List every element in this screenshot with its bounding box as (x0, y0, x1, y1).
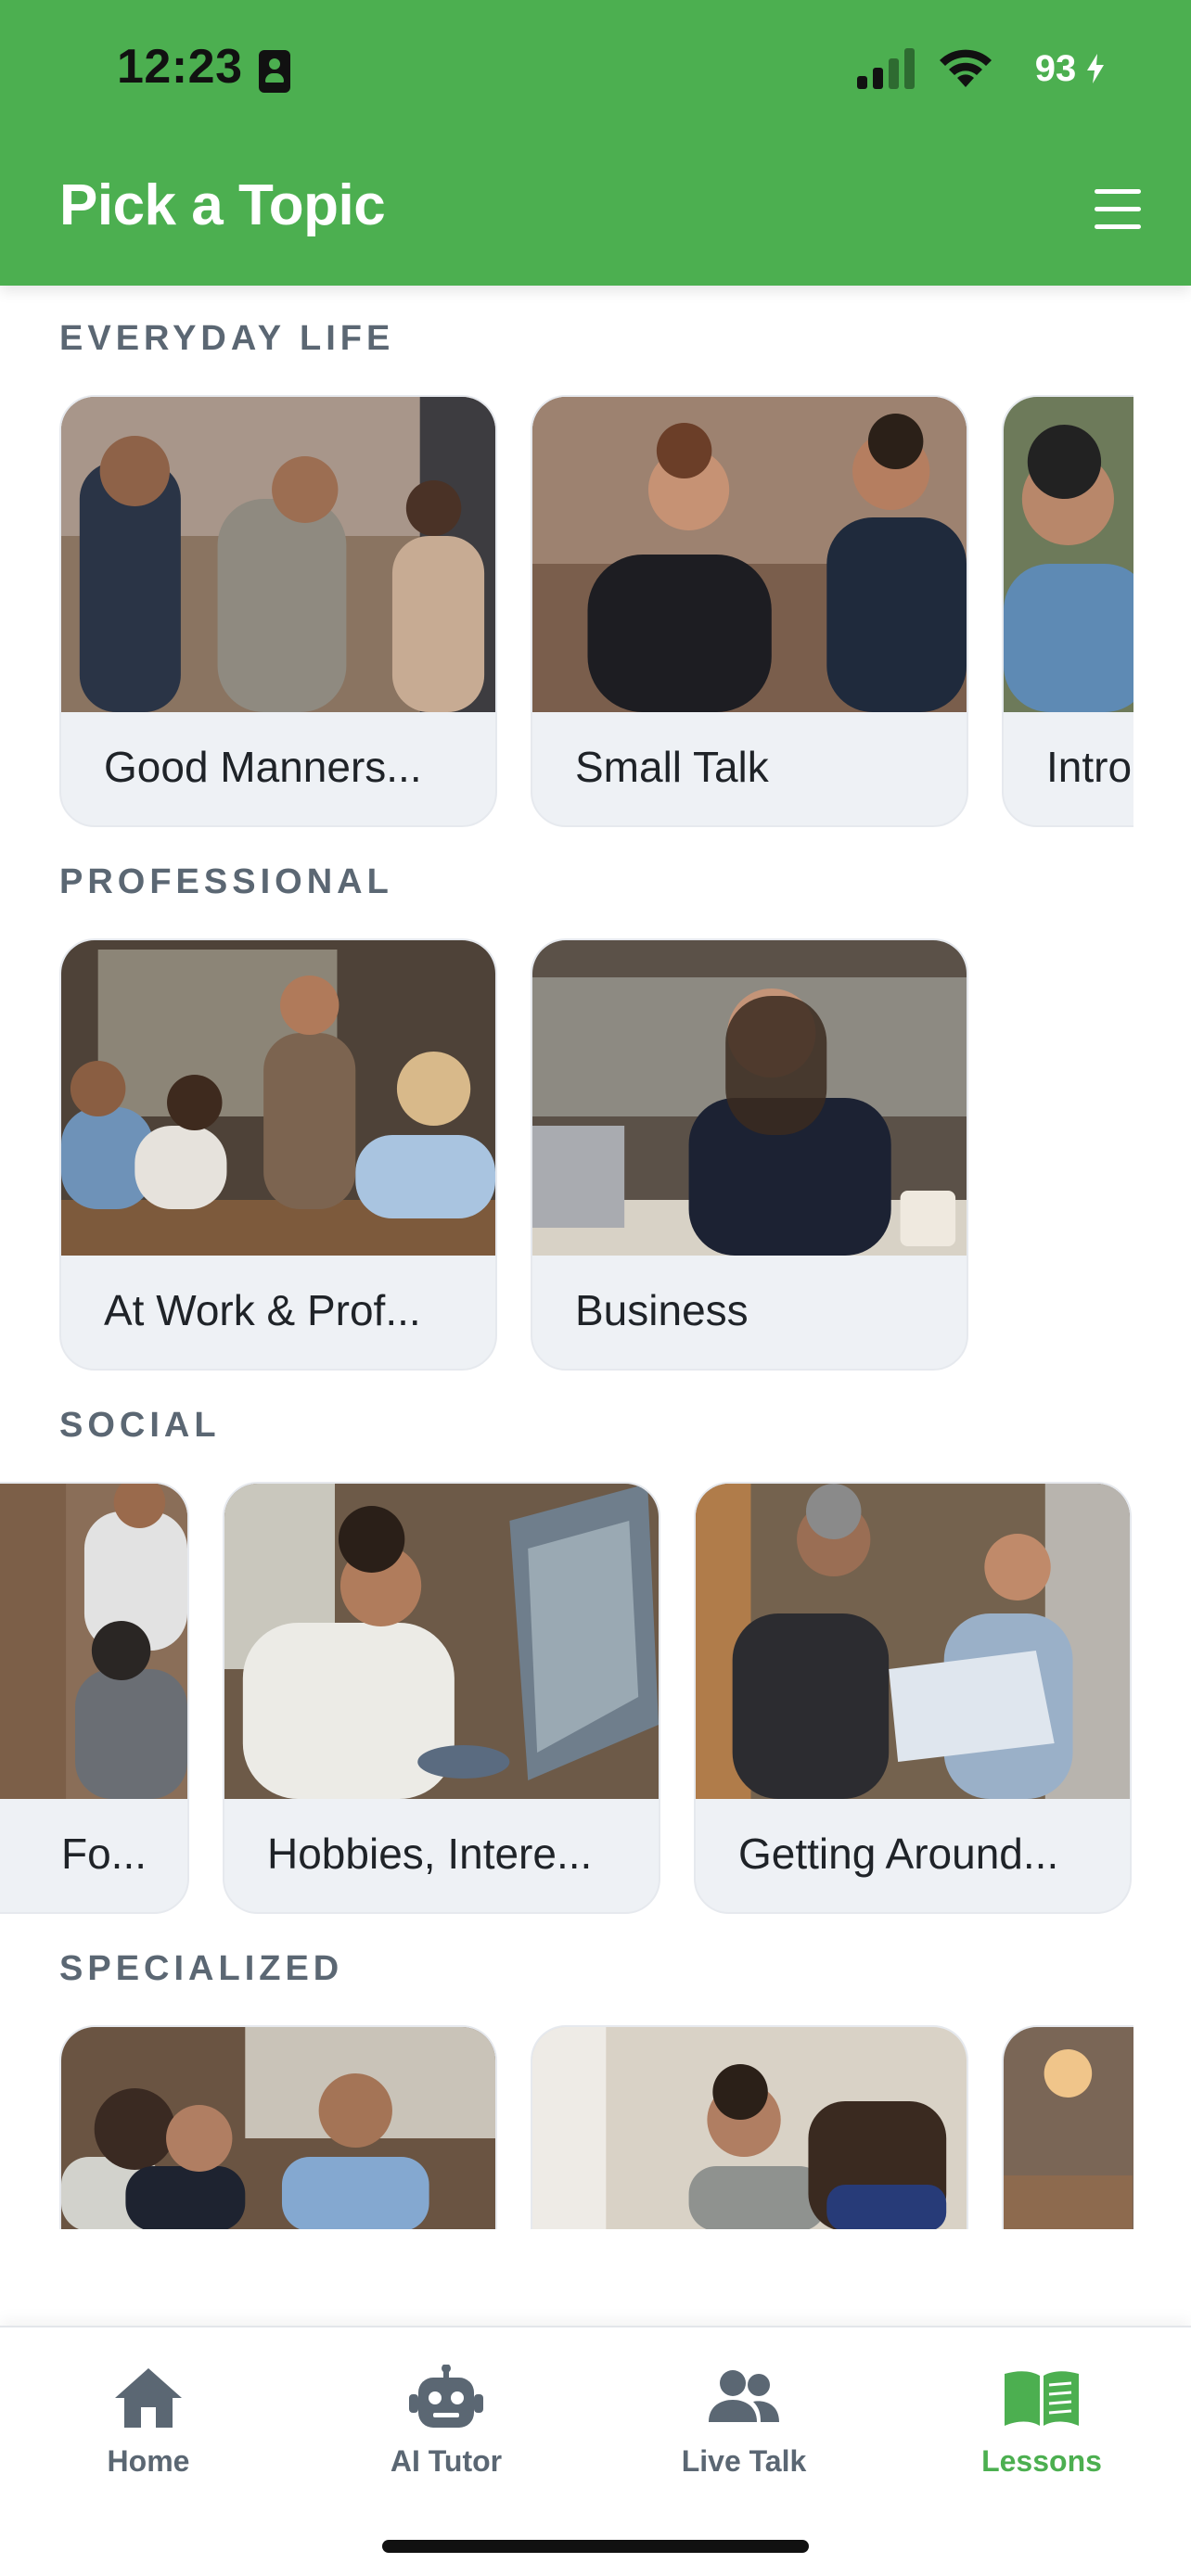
carousel-professional[interactable]: At Work & Prof... Business (0, 938, 1191, 1374)
topic-label: Fo... (61, 1830, 147, 1878)
cellular-signal-icon (857, 48, 915, 89)
app-screen: 12:23 93 Pick a Topic EVERYDAY LIFE Good… (0, 0, 1191, 2576)
section-title-specialized: SPECIALIZED (59, 1949, 344, 1988)
topic-image-meeting (61, 940, 495, 1256)
section-title-everyday-life: EVERYDAY LIFE (59, 319, 395, 358)
battery-indicator: 93 (1013, 45, 1104, 93)
section-title-professional: PROFESSIONAL (59, 862, 393, 901)
topic-image-conversation (532, 397, 967, 712)
page-title: Pick a Topic (59, 173, 386, 237)
nav-label-lessons: Lessons (981, 2444, 1102, 2478)
nav-live-talk[interactable]: Live Talk (642, 2365, 846, 2494)
topic-image-painting (224, 1484, 659, 1799)
carousel-edge (1133, 2025, 1191, 2233)
home-indicator[interactable] (382, 2540, 809, 2553)
topic-label: Hobbies, Intere... (267, 1830, 593, 1878)
hamburger-line (1095, 207, 1141, 211)
carousel-everyday-life[interactable]: Good Manners... Small Talk Intro (0, 395, 1191, 831)
topic-label: Getting Around... (738, 1830, 1059, 1878)
nav-label-ai-tutor: AI Tutor (390, 2444, 503, 2478)
nav-label-live-talk: Live Talk (681, 2444, 807, 2478)
menu-button[interactable] (1085, 184, 1150, 236)
topic-image-interview (532, 2027, 967, 2229)
robot-icon (409, 2365, 483, 2428)
home-icon (115, 2368, 182, 2428)
bottom-navigation: Home AI Tutor Live Talk Lessons (0, 2326, 1191, 2576)
contact-card-icon (259, 50, 290, 93)
app-header: 12:23 93 Pick a Topic (0, 0, 1191, 286)
nav-ai-tutor[interactable]: AI Tutor (344, 2365, 548, 2494)
topic-label: Business (575, 1286, 749, 1334)
topic-card-getting-around[interactable]: Getting Around... (694, 1482, 1132, 1914)
topic-image-restaurant (0, 1484, 187, 1799)
carousel-social[interactable]: Fo... Hobbies, Intere... Getting Around.… (0, 1482, 1191, 1918)
topic-card-good-manners[interactable]: Good Manners... (59, 395, 497, 827)
wifi-icon (940, 49, 992, 87)
battery-level: 93 (1034, 47, 1077, 89)
topic-card-specialized-1[interactable] (59, 2025, 497, 2229)
topic-label: At Work & Prof... (104, 1286, 421, 1334)
topic-image-city-map (696, 1484, 1130, 1799)
topic-image-handshake (61, 397, 495, 712)
hamburger-line (1095, 224, 1141, 229)
topic-card-business[interactable]: Business (531, 938, 968, 1371)
topic-image-office-desk (532, 940, 967, 1256)
nav-label-home: Home (107, 2444, 190, 2478)
nav-home[interactable]: Home (46, 2365, 250, 2494)
topic-image-group-discussion (61, 2027, 495, 2229)
topic-card-specialized-2[interactable] (531, 2025, 968, 2229)
book-icon (1005, 2371, 1079, 2426)
people-icon (709, 2370, 779, 2422)
status-time: 12:23 (117, 40, 243, 94)
section-title-social: SOCIAL (59, 1406, 221, 1445)
topic-card-at-work[interactable]: At Work & Prof... (59, 938, 497, 1371)
topic-card-food[interactable]: Fo... (0, 1482, 189, 1914)
topic-card-hobbies[interactable]: Hobbies, Intere... (223, 1482, 660, 1914)
hamburger-icon (1095, 189, 1141, 194)
charging-bolt-icon (1087, 54, 1104, 83)
carousel-specialized[interactable] (0, 2025, 1191, 2233)
carousel-edge (1133, 395, 1191, 831)
nav-lessons[interactable]: Lessons (940, 2365, 1144, 2494)
topic-label: Small Talk (575, 743, 769, 791)
topic-label: Good Manners... (104, 743, 422, 791)
topic-card-small-talk[interactable]: Small Talk (531, 395, 968, 827)
